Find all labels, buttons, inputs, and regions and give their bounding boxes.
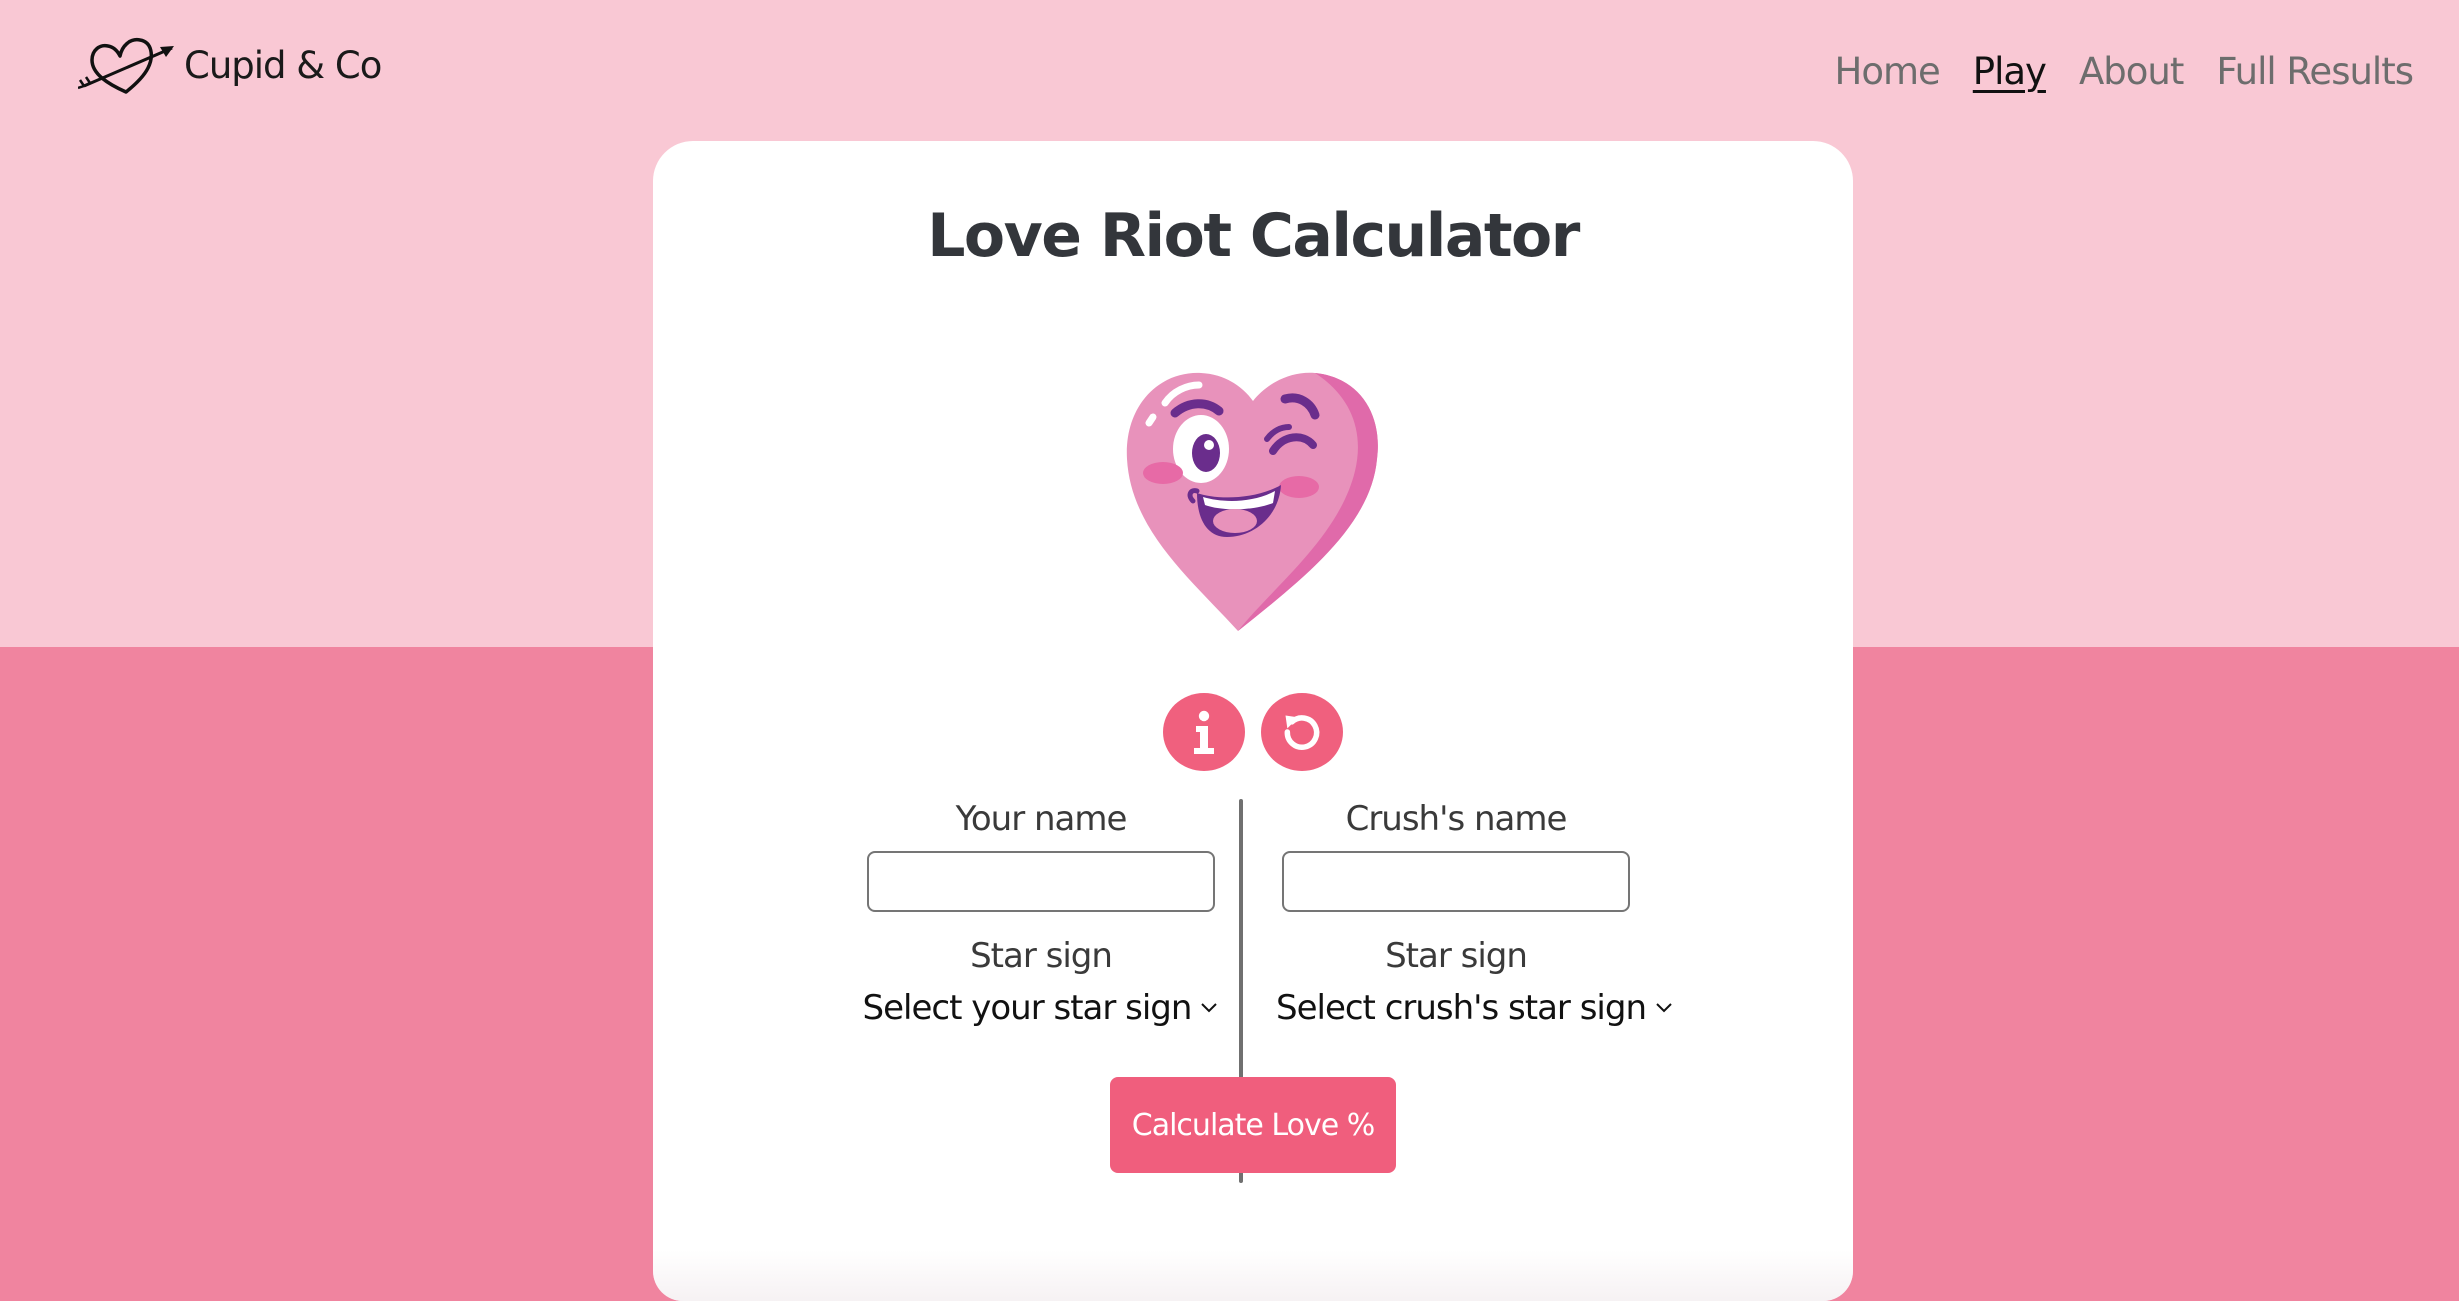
your-star-sign-label: Star sign: [970, 936, 1113, 976]
info-button[interactable]: [1163, 693, 1245, 771]
crush-star-sign-select[interactable]: Select crush's star sign: [1276, 988, 1674, 1028]
nav-home[interactable]: Home: [1835, 50, 1941, 93]
main-nav: Home Play About Full Results: [1835, 50, 2414, 93]
info-icon: [1194, 710, 1214, 754]
chevron-down-icon: [1201, 1003, 1218, 1013]
calculator-card: Love Riot Calculator Your name Star sign…: [653, 141, 1853, 1301]
your-name-input[interactable]: [867, 851, 1215, 912]
nav-about[interactable]: About: [2079, 50, 2184, 93]
heart-arrow-icon: [78, 37, 174, 94]
your-details: Your name Star sign Select your star sig…: [861, 797, 1221, 1028]
winking-heart-mascot: [1126, 372, 1378, 631]
crush-name-label: Crush's name: [1345, 799, 1568, 839]
reset-button[interactable]: [1261, 693, 1343, 771]
chevron-down-icon: [1656, 1003, 1672, 1013]
your-name-label: Your name: [955, 799, 1128, 839]
crush-star-sign-value: Select crush's star sign: [1276, 988, 1647, 1028]
reset-icon: [1284, 715, 1320, 750]
crush-star-sign-label: Star sign: [1385, 936, 1528, 976]
brand-name: Cupid & Co: [184, 43, 382, 87]
nav-play[interactable]: Play: [1973, 50, 2047, 93]
nav-full-results[interactable]: Full Results: [2216, 50, 2414, 93]
calculate-love-button[interactable]: Calculate Love %: [1110, 1077, 1396, 1173]
your-star-sign-select[interactable]: Select your star sign: [863, 988, 1220, 1028]
crush-name-input[interactable]: [1282, 851, 1630, 912]
crush-details: Crush's name Star sign Select crush's st…: [1276, 797, 1672, 1028]
brand[interactable]: Cupid & Co: [78, 30, 382, 100]
your-star-sign-value: Select your star sign: [862, 988, 1193, 1028]
page-title: Love Riot Calculator: [927, 201, 1580, 271]
